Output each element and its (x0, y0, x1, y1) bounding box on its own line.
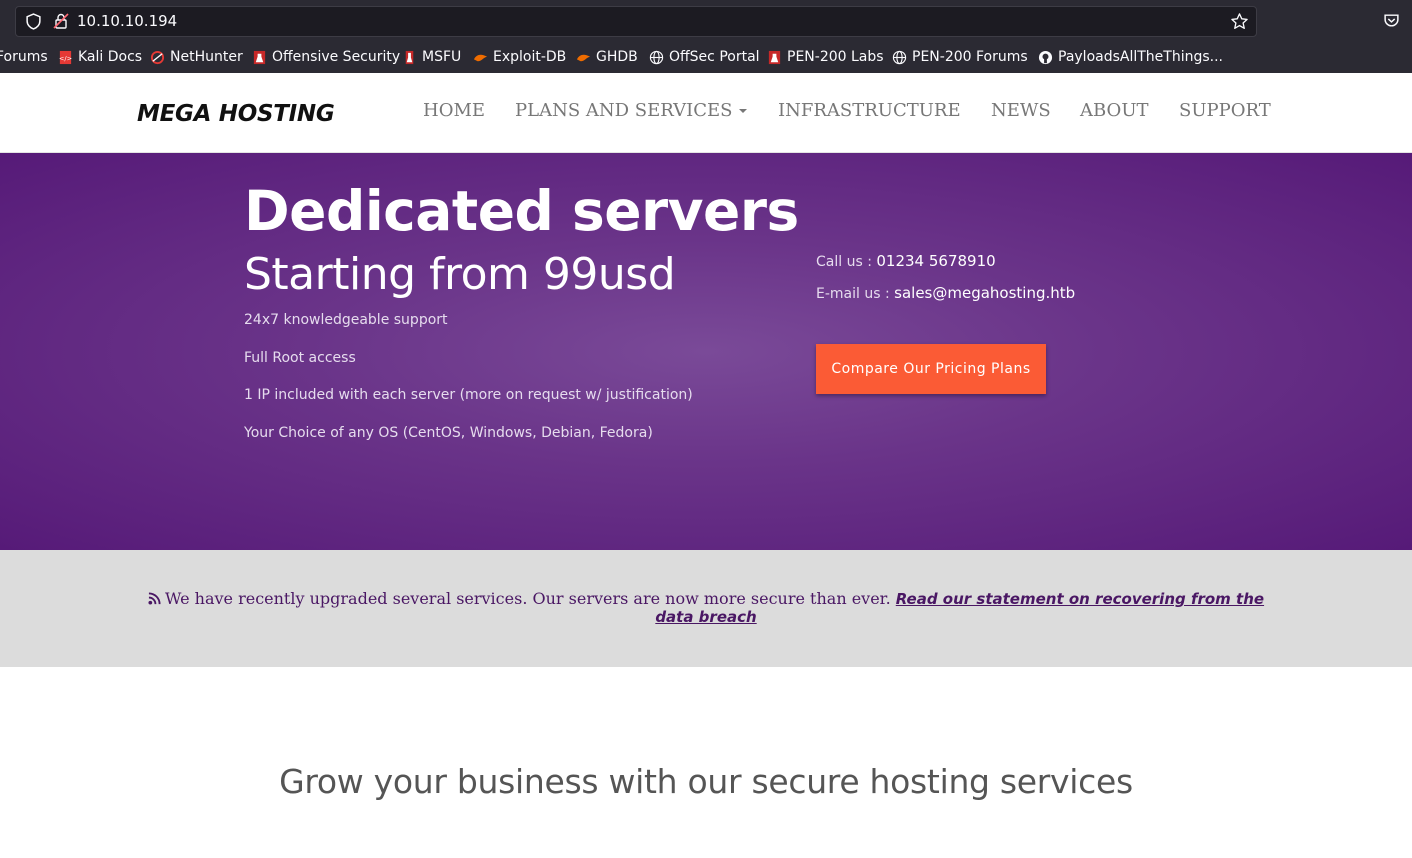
ghdb-icon (576, 54, 591, 61)
url-text[interactable]: 10.10.10.194 (77, 12, 177, 30)
bookmark-nethunter[interactable]: NetHunter (150, 47, 243, 67)
bookmarks-toolbar: Forums </> Kali Docs NetHunter Offensive… (0, 44, 1412, 70)
phone-number[interactable]: 01234 5678910 (876, 252, 995, 270)
nav-about[interactable]: ABOUT (1080, 100, 1149, 121)
compare-pricing-button[interactable]: Compare Our Pricing Plans (816, 344, 1046, 394)
github-icon (1038, 50, 1053, 64)
pocket-icon[interactable] (1383, 12, 1400, 29)
nethunter-icon (150, 50, 165, 64)
notice-text: We have recently upgraded several servic… (136, 590, 1276, 626)
nav-infrastructure[interactable]: INFRASTRUCTURE (778, 100, 961, 121)
svg-text:</>: </> (59, 54, 72, 62)
hero-subtitle: Starting from 99usd (244, 249, 676, 300)
hero-banner: Dedicated servers Starting from 99usd 24… (0, 153, 1412, 550)
bookmark-ghdb[interactable]: GHDB (576, 47, 638, 67)
globe-icon (649, 50, 664, 64)
section-heading: Grow your business with our secure hosti… (279, 762, 1133, 801)
contact-phone: Call us : 01234 5678910 (816, 252, 996, 270)
feature-item: 24x7 knowledgeable support (244, 312, 448, 328)
rss-icon (148, 592, 161, 605)
feature-item: Full Root access (244, 350, 356, 366)
hero-title: Dedicated servers (244, 179, 799, 243)
bookmark-star-icon[interactable] (1230, 12, 1249, 31)
globe-icon (892, 50, 907, 64)
feature-item: Your Choice of any OS (CentOS, Windows, … (244, 425, 653, 441)
caret-down-icon (738, 109, 747, 113)
email-address[interactable]: sales@megahosting.htb (894, 284, 1075, 302)
lock-insecure-icon[interactable] (52, 12, 70, 30)
browser-chrome: 10.10.10.194 Forums </> Kali Docs NetHun… (0, 0, 1412, 73)
bookmark-offsec-portal[interactable]: OffSec Portal (649, 47, 760, 67)
bookmark-pen200-labs[interactable]: PEN-200 Labs (767, 47, 884, 67)
feature-item: 1 IP included with each server (more on … (244, 387, 693, 403)
bookmark-payloadsallthethings[interactable]: PayloadsAllTheThings... (1038, 47, 1223, 67)
nav-support[interactable]: SUPPORT (1179, 100, 1271, 121)
msfu-icon (405, 50, 414, 64)
contact-email: E-mail us : sales@megahosting.htb (816, 284, 1076, 302)
exploitdb-icon (473, 54, 488, 61)
site-header: MEGA HOSTING HOME PLANS AND SERVICES INF… (0, 73, 1412, 153)
bookmark-offensive-security[interactable]: Offensive Security (252, 47, 400, 67)
site-logo[interactable]: MEGA HOSTING (137, 101, 335, 127)
nav-news[interactable]: NEWS (991, 100, 1051, 121)
offsec-icon (253, 50, 266, 64)
bookmark-forums[interactable]: Forums (0, 47, 48, 67)
bookmark-msfu[interactable]: MSFU (402, 47, 461, 67)
offsec-icon (768, 50, 781, 64)
notice-banner: We have recently upgraded several servic… (0, 550, 1412, 667)
bookmark-kali-docs[interactable]: </> Kali Docs (58, 47, 142, 67)
bookmark-pen200-forums[interactable]: PEN-200 Forums (892, 47, 1028, 67)
kali-docs-icon: </> (59, 50, 72, 64)
shield-icon[interactable] (25, 13, 42, 30)
nav-home[interactable]: HOME (423, 100, 485, 121)
address-bar[interactable]: 10.10.10.194 (15, 6, 1257, 37)
bookmark-exploit-db[interactable]: Exploit-DB (473, 47, 566, 67)
nav-plans-and-services[interactable]: PLANS AND SERVICES (515, 100, 747, 121)
